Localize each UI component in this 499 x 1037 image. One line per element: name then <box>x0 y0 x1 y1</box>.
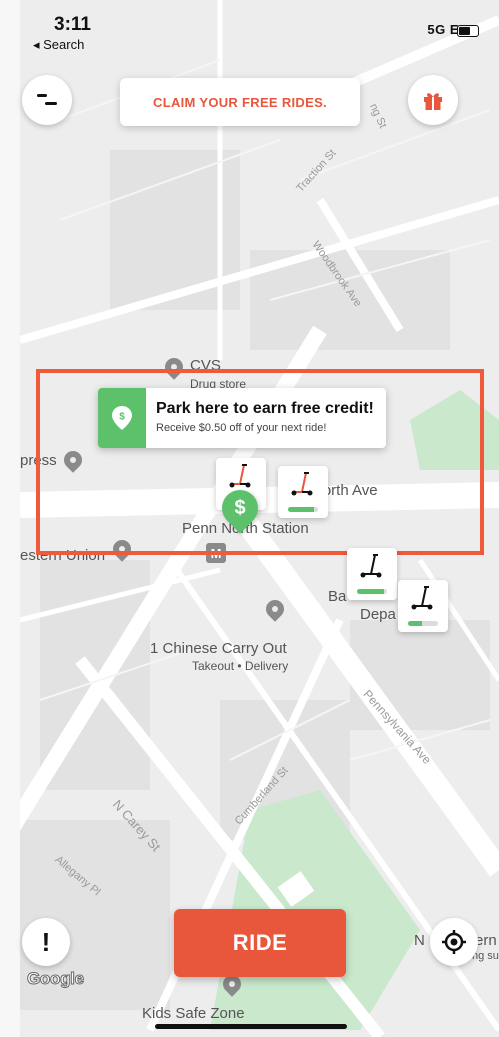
status-time: 3:11 <box>54 14 91 35</box>
scooter-battery-fill <box>288 507 314 512</box>
gift-icon <box>424 93 442 110</box>
scooter-icon <box>360 554 382 578</box>
scooter-battery-fill <box>357 589 384 594</box>
ride-button[interactable]: RIDE <box>174 909 346 977</box>
poi-right-edge: ern <box>475 932 497 949</box>
tooltip-icon-area: $ <box>98 388 146 448</box>
back-to-search[interactable]: ◂ Search <box>33 37 84 53</box>
signal-indicator: 5G E <box>427 22 459 37</box>
poi-kids-safe-zone[interactable]: Kids Safe Zone <box>142 1005 245 1022</box>
scooter-battery-fill <box>408 621 422 626</box>
scooter-icon <box>411 586 433 610</box>
scooter-icon <box>229 464 251 488</box>
claim-free-rides-button[interactable]: CLAIM YOUR FREE RIDES. <box>120 78 360 126</box>
poi-ba[interactable]: Ba <box>328 588 346 605</box>
dollar-icon: $ <box>234 496 246 519</box>
battery-icon <box>457 25 479 37</box>
scooter-battery-bar <box>408 621 438 626</box>
parking-tooltip[interactable]: $ Park here to earn free credit! Receive… <box>98 388 386 448</box>
app-frame: Traction St Woodbrook Ave ng St North Av… <box>0 0 499 1037</box>
menu-button[interactable] <box>22 75 72 125</box>
background-edge <box>0 0 20 1037</box>
poi-depa[interactable]: Depa <box>360 606 396 623</box>
scooter-marker[interactable] <box>278 466 328 518</box>
scooter-battery-bar <box>357 589 387 594</box>
report-issue-button[interactable]: ! <box>22 918 70 966</box>
poi-right-edge: ng su <box>472 950 499 962</box>
scooter-icon <box>291 472 313 496</box>
scooter-marker[interactable] <box>347 548 397 600</box>
home-indicator[interactable] <box>155 1024 347 1029</box>
dollar-icon: $ <box>112 406 132 430</box>
parking-zone-pin[interactable]: $ <box>214 482 266 534</box>
svg-text:$: $ <box>119 412 125 423</box>
tooltip-title: Park here to earn free credit! <box>156 400 374 417</box>
poi-chinese-name[interactable]: 1 Chinese Carry Out <box>150 640 287 657</box>
scooter-marker[interactable] <box>398 580 448 632</box>
tooltip-subtitle: Receive $0.50 off of your next ride! <box>156 422 327 434</box>
status-bar: 3:11 ◂ Search 5G E <box>20 0 499 60</box>
crosshair-icon <box>442 930 466 954</box>
gift-button[interactable] <box>408 75 458 125</box>
alert-icon: ! <box>41 926 51 957</box>
poi-right-edge: N <box>414 932 425 949</box>
menu-icon <box>37 94 57 105</box>
google-logo: Google <box>27 969 85 989</box>
locate-me-button[interactable] <box>430 918 478 966</box>
poi-chinese-sub: Takeout • Delivery <box>192 659 289 673</box>
scooter-battery-bar <box>288 507 318 512</box>
